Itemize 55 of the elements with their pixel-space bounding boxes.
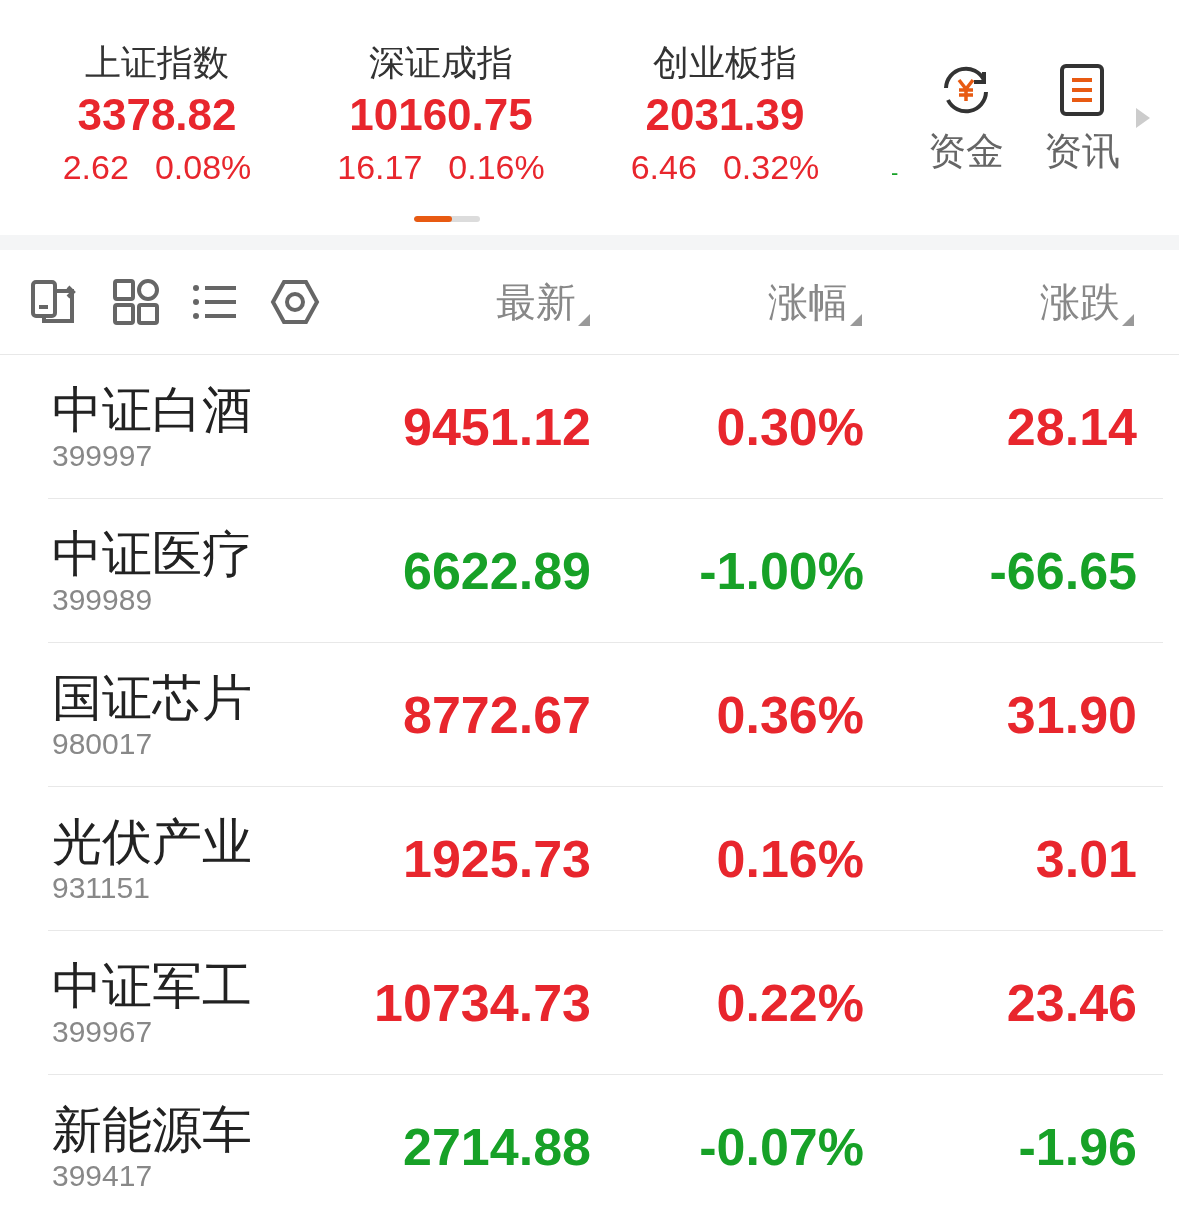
index-change: 6.46 bbox=[630, 147, 697, 188]
index-name: 中证军工 bbox=[52, 956, 253, 1015]
latest-price: 9451.12 bbox=[402, 396, 591, 457]
index-value: 2031.39 bbox=[645, 89, 805, 141]
change-amount: -66.65 bbox=[988, 540, 1137, 601]
index-name: 上证指数 bbox=[85, 41, 229, 85]
index-name: 创业板指 bbox=[653, 41, 797, 85]
column-header[interactable]: 涨跌 bbox=[862, 274, 1134, 330]
index-name: 中证医疗 bbox=[52, 524, 253, 583]
change-amount: 23.46 bbox=[1005, 972, 1137, 1033]
change-percent: -1.00% bbox=[698, 540, 864, 601]
latest-price: 8772.67 bbox=[402, 684, 591, 745]
column-header[interactable]: 最新 bbox=[320, 274, 590, 330]
latest-price: 10734.73 bbox=[373, 972, 591, 1033]
index-name: 国证芯片 bbox=[52, 668, 253, 727]
latest-price: 1925.73 bbox=[402, 828, 591, 889]
index-percent: 0.08% bbox=[154, 147, 252, 188]
index-code: 399417 bbox=[52, 1158, 154, 1193]
change-percent: 0.16% bbox=[715, 828, 864, 889]
settings-icon[interactable] bbox=[270, 279, 320, 325]
latest-price: 6622.89 bbox=[402, 540, 591, 601]
sort-icon bbox=[578, 313, 590, 326]
change-amount: 31.90 bbox=[1005, 684, 1137, 745]
change-amount: 28.14 bbox=[1005, 396, 1137, 457]
latest-price: 2714.88 bbox=[402, 1116, 591, 1177]
index-code: 399989 bbox=[52, 582, 154, 617]
shortcut-button[interactable]: 资金 bbox=[928, 62, 1005, 177]
index-code: 399997 bbox=[52, 438, 154, 473]
index-percent: 0.32% bbox=[722, 147, 820, 188]
partial-index-mark: - bbox=[891, 160, 899, 186]
document-icon bbox=[1058, 62, 1107, 118]
index-value: 10160.75 bbox=[349, 89, 533, 141]
list-icon[interactable] bbox=[192, 282, 238, 322]
change-amount: -1.96 bbox=[1017, 1116, 1137, 1177]
index-value: 3378.82 bbox=[77, 89, 237, 141]
grid-icon[interactable] bbox=[112, 278, 160, 326]
index-code: 931151 bbox=[52, 870, 151, 905]
index-name: 新能源车 bbox=[52, 1100, 253, 1159]
index-change: 16.17 bbox=[337, 147, 423, 188]
change-percent: 0.22% bbox=[715, 972, 864, 1033]
column-header[interactable]: 涨幅 bbox=[590, 274, 862, 330]
change-percent: 0.36% bbox=[715, 684, 864, 745]
index-name: 中证白酒 bbox=[52, 380, 253, 439]
index-change: 2.62 bbox=[62, 147, 129, 188]
index-name: 深证成指 bbox=[369, 41, 513, 85]
index-percent: 0.16% bbox=[448, 147, 545, 188]
change-percent: 0.30% bbox=[715, 396, 864, 457]
index-code: 399967 bbox=[52, 1014, 154, 1049]
sort-icon bbox=[850, 313, 862, 326]
shortcut-button[interactable]: 资讯 bbox=[1044, 62, 1121, 177]
change-percent: -0.07% bbox=[698, 1116, 864, 1177]
sort-icon bbox=[1122, 313, 1134, 326]
change-amount: 3.01 bbox=[1034, 828, 1137, 889]
index-code: 980017 bbox=[52, 726, 154, 761]
index-name: 光伏产业 bbox=[52, 812, 253, 871]
